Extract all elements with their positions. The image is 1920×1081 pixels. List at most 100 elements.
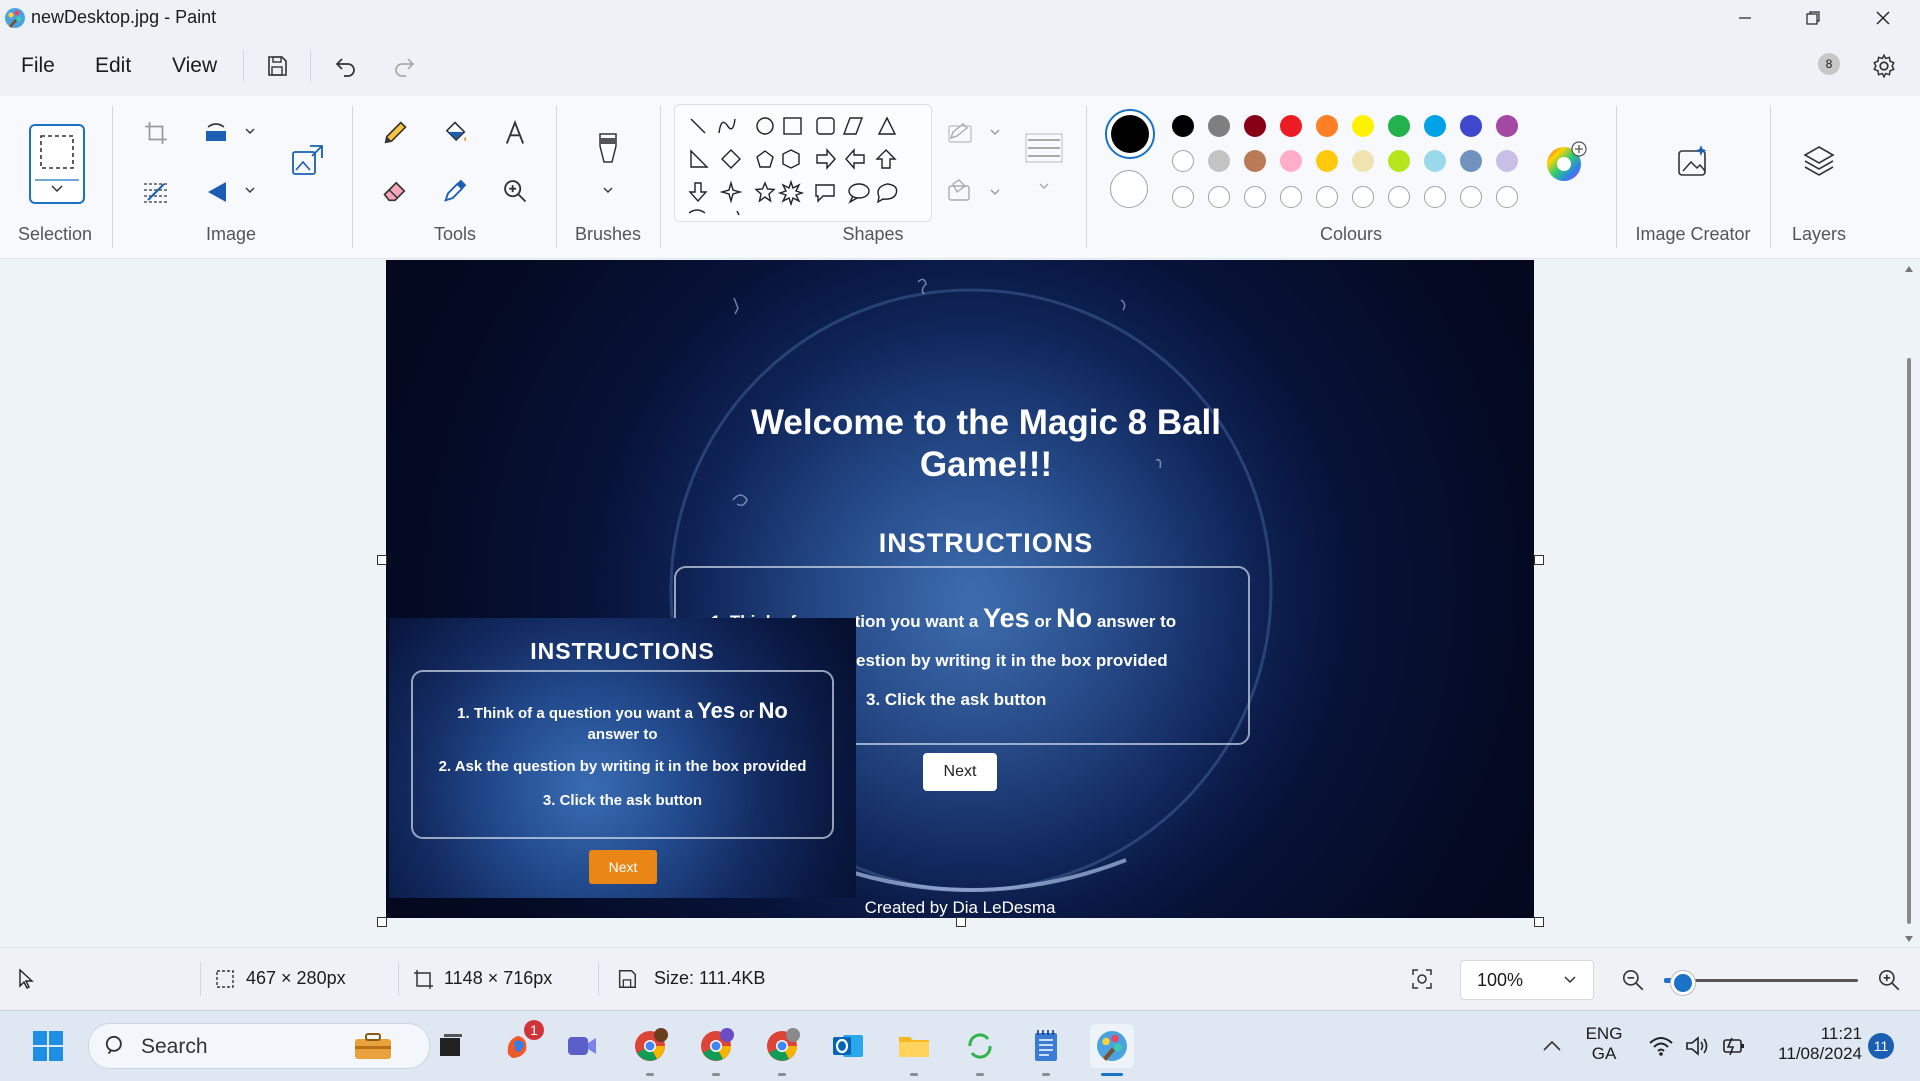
color-swatch[interactable]: [1208, 115, 1230, 137]
secondary-color-button[interactable]: [1110, 170, 1148, 208]
save-button[interactable]: [259, 48, 295, 84]
zoom-dropdown[interactable]: 100%: [1460, 960, 1594, 1000]
zoom-slider-knob[interactable]: [1671, 971, 1696, 995]
image-canvas[interactable]: Welcome to the Magic 8 Ball Game!!! INST…: [386, 260, 1534, 918]
zoom-out-button[interactable]: [1620, 967, 1646, 993]
zoom-in-button[interactable]: [1876, 967, 1902, 993]
clock[interactable]: 11:21 11/08/2024: [1762, 1024, 1862, 1064]
color-swatch[interactable]: [1388, 115, 1410, 137]
copilot-button[interactable]: 1: [496, 1020, 544, 1068]
battery-icon[interactable]: [1720, 1035, 1746, 1057]
scrollbar-thumb[interactable]: [1907, 358, 1911, 924]
file-explorer-button[interactable]: [892, 1024, 936, 1068]
shape-fill-icon: [948, 179, 1000, 201]
custom-color-slot[interactable]: [1352, 186, 1374, 208]
color-swatch[interactable]: [1460, 115, 1482, 137]
select-background-button[interactable]: [140, 176, 172, 208]
flip-button[interactable]: [200, 176, 260, 208]
custom-color-slot[interactable]: [1208, 186, 1230, 208]
image-creator-button[interactable]: [1672, 140, 1714, 182]
color-swatch[interactable]: [1280, 115, 1302, 137]
close-button[interactable]: [1848, 0, 1918, 36]
custom-color-slot[interactable]: [1244, 186, 1266, 208]
outlook-button[interactable]: [826, 1024, 870, 1068]
primary-color-button[interactable]: [1105, 109, 1155, 159]
magnifier-button[interactable]: [498, 174, 532, 208]
color-swatch[interactable]: [1496, 150, 1518, 172]
show-hidden-icons-button[interactable]: [1532, 1024, 1572, 1068]
menu-file[interactable]: File: [21, 54, 55, 78]
color-swatch[interactable]: [1244, 115, 1266, 137]
color-swatch[interactable]: [1208, 150, 1230, 172]
resize-handle-bottom-left[interactable]: [377, 917, 387, 927]
shapes-gallery[interactable]: [674, 104, 932, 222]
undo-button[interactable]: [328, 48, 364, 84]
chrome-profile-2-button[interactable]: [694, 1024, 738, 1068]
paint-taskbar-button[interactable]: [1090, 1024, 1134, 1068]
custom-color-slot[interactable]: [1388, 186, 1410, 208]
color-swatch[interactable]: [1352, 150, 1374, 172]
redo-button[interactable]: [386, 48, 422, 84]
menu-edit[interactable]: Edit: [95, 54, 131, 78]
custom-color-slot[interactable]: [1460, 186, 1482, 208]
notepad-button[interactable]: [1024, 1024, 1068, 1068]
size-button[interactable]: [1024, 130, 1064, 202]
color-swatch[interactable]: [1460, 150, 1482, 172]
color-swatch[interactable]: [1280, 150, 1302, 172]
teams-button[interactable]: [560, 1024, 604, 1068]
refresh-app-button[interactable]: [958, 1024, 1002, 1068]
notifications-badge[interactable]: 11: [1868, 1033, 1894, 1059]
language-indicator[interactable]: ENG GA: [1580, 1024, 1628, 1064]
chrome-profile-3-button[interactable]: [760, 1024, 804, 1068]
chrome-profile-1-button[interactable]: [628, 1024, 672, 1068]
custom-color-slot[interactable]: [1172, 186, 1194, 208]
brushes-button[interactable]: [588, 124, 628, 198]
color-swatch[interactable]: [1172, 150, 1194, 172]
minimize-button[interactable]: [1710, 0, 1780, 36]
restore-button[interactable]: [1778, 0, 1848, 36]
color-swatch[interactable]: [1496, 115, 1518, 137]
menu-view[interactable]: View: [172, 54, 217, 78]
custom-color-slot[interactable]: [1316, 186, 1338, 208]
taskbar-search[interactable]: Search: [88, 1023, 430, 1069]
color-swatch[interactable]: [1172, 115, 1194, 137]
resize-button[interactable]: [200, 117, 260, 149]
settings-button[interactable]: [1866, 48, 1902, 84]
fill-button[interactable]: [438, 116, 472, 150]
wifi-icon[interactable]: [1648, 1035, 1674, 1057]
selection-tool-button[interactable]: [29, 124, 85, 204]
resize-handle-bottom-right[interactable]: [1534, 917, 1544, 927]
color-swatch[interactable]: [1424, 150, 1446, 172]
color-swatch[interactable]: [1316, 150, 1338, 172]
edit-colors-button[interactable]: [1544, 140, 1588, 184]
resize-handle-bottom[interactable]: [956, 917, 966, 927]
custom-color-slot[interactable]: [1280, 186, 1302, 208]
color-swatch[interactable]: [1316, 115, 1338, 137]
vertical-scrollbar[interactable]: [1903, 262, 1915, 946]
color-swatch[interactable]: [1388, 150, 1410, 172]
color-swatch[interactable]: [1424, 115, 1446, 137]
folder-icon: [899, 1037, 929, 1057]
pasted-selection[interactable]: INSTRUCTIONS 1. Think of a question you …: [389, 618, 856, 898]
eraser-button[interactable]: [378, 174, 412, 208]
shape-fill-button[interactable]: [944, 176, 1006, 208]
custom-color-slot[interactable]: [1424, 186, 1446, 208]
layers-button[interactable]: [1798, 140, 1840, 182]
color-swatch[interactable]: [1244, 150, 1266, 172]
start-button[interactable]: [26, 1024, 70, 1068]
profile-avatar[interactable]: 8: [1818, 53, 1840, 75]
pencil-button[interactable]: [378, 116, 412, 150]
volume-icon[interactable]: [1684, 1035, 1710, 1057]
outline-button[interactable]: [944, 116, 1006, 148]
image-resize-large-button[interactable]: [280, 140, 336, 180]
text-button[interactable]: [498, 116, 532, 150]
chrome-icon: [635, 1028, 668, 1061]
color-swatch[interactable]: [1352, 115, 1374, 137]
color-picker-button[interactable]: [438, 174, 472, 208]
resize-handle-right[interactable]: [1534, 555, 1544, 565]
fit-to-window-button[interactable]: [1410, 967, 1434, 991]
crop-button[interactable]: [140, 117, 172, 149]
custom-color-slot[interactable]: [1496, 186, 1518, 208]
resize-handle-left[interactable]: [377, 555, 387, 565]
task-view-button[interactable]: [428, 1024, 472, 1068]
